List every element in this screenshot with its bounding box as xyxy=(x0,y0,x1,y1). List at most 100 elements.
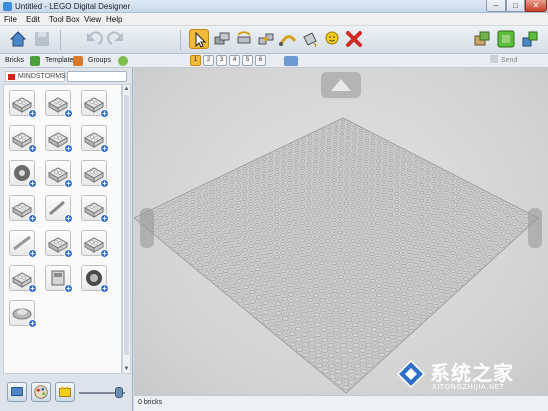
add-brick-icon[interactable]: + xyxy=(100,109,109,118)
gear-icon[interactable]: + xyxy=(9,160,37,188)
scroll-thumb[interactable] xyxy=(124,95,129,355)
camera-icon[interactable] xyxy=(284,56,298,66)
close-button[interactable]: ✕ xyxy=(525,0,547,12)
add-brick-icon[interactable]: + xyxy=(28,214,37,223)
delete-tool-icon[interactable] xyxy=(344,29,364,49)
dish-icon[interactable]: + xyxy=(9,300,37,328)
build-canvas[interactable] xyxy=(134,68,548,395)
add-brick-icon[interactable]: + xyxy=(28,109,37,118)
add-brick-icon[interactable]: + xyxy=(100,284,109,293)
watermark-logo-icon xyxy=(396,359,426,389)
mode-button-6[interactable]: 6 xyxy=(255,55,266,66)
baseplate[interactable] xyxy=(134,68,548,395)
hinge-align-tool-icon[interactable] xyxy=(256,29,276,49)
menu-edit[interactable]: Edit xyxy=(26,14,40,25)
send-label: Send xyxy=(501,57,518,64)
groups-tab-icon xyxy=(118,56,128,66)
brick-1x6-icon[interactable]: + xyxy=(81,90,109,118)
brick-search-input[interactable] xyxy=(67,71,127,82)
building-guide-icon[interactable] xyxy=(520,29,540,49)
maximize-button[interactable]: □ xyxy=(506,0,525,12)
home-icon[interactable] xyxy=(8,29,28,49)
mode-button-2[interactable]: 2 xyxy=(203,55,214,66)
add-brick-icon[interactable]: + xyxy=(100,179,109,188)
flex-tool-icon[interactable] xyxy=(278,29,298,49)
palette-header: MINDSTORMS xyxy=(3,71,128,83)
brick-palette: MINDSTORMS + + + + + + + + + + + + + + + + + + + ▲ ▼ xyxy=(0,68,133,411)
mindstorms-logo[interactable]: MINDSTORMS xyxy=(5,71,66,82)
send-icon xyxy=(490,55,498,63)
add-brick-icon[interactable]: + xyxy=(28,144,37,153)
add-brick-icon[interactable]: + xyxy=(100,144,109,153)
view-mode-icon[interactable] xyxy=(496,29,516,49)
add-brick-icon[interactable]: + xyxy=(64,214,73,223)
menu-view[interactable]: View xyxy=(84,14,101,25)
beam-holes-icon[interactable]: + xyxy=(81,195,109,223)
camera-up-button[interactable] xyxy=(321,72,361,98)
add-brick-icon[interactable]: + xyxy=(64,249,73,258)
zoom-slider-handle[interactable] xyxy=(115,387,123,398)
plate-2x4-icon[interactable]: + xyxy=(45,125,73,153)
add-brick-icon[interactable]: + xyxy=(64,179,73,188)
save-icon[interactable] xyxy=(32,29,52,49)
add-brick-icon[interactable]: + xyxy=(28,284,37,293)
plate-2x2-icon[interactable]: + xyxy=(9,125,37,153)
nxt-brick-icon[interactable]: + xyxy=(45,265,73,293)
templates-tab-icon xyxy=(73,56,83,66)
beam-bent-icon[interactable]: + xyxy=(81,160,109,188)
connector-peg-icon[interactable]: + xyxy=(9,195,37,223)
tire-icon[interactable]: + xyxy=(81,265,109,293)
color-palette-icon[interactable] xyxy=(31,382,51,402)
palette-tab-bar: Bricks Templates Groups 1 2 3 4 5 6 Send xyxy=(0,54,548,68)
scroll-down-icon[interactable]: ▼ xyxy=(123,365,130,373)
plate-round-icon[interactable]: + xyxy=(81,125,109,153)
axle-long-icon[interactable]: + xyxy=(9,230,37,258)
camera-left-button[interactable] xyxy=(140,208,154,248)
watermark-text: 系统之家 xyxy=(430,361,514,385)
select-tool-icon[interactable] xyxy=(189,29,209,49)
minifig-tool-icon[interactable] xyxy=(322,29,342,49)
add-brick-icon[interactable]: + xyxy=(28,319,37,328)
mode-button-3[interactable]: 3 xyxy=(216,55,227,66)
menu-help[interactable]: Help xyxy=(106,14,122,25)
tab-groups[interactable]: Groups xyxy=(88,55,111,67)
palette-scrollbar[interactable]: ▲ ▼ xyxy=(122,84,131,374)
add-brick-icon[interactable]: + xyxy=(64,284,73,293)
build-mode-icon[interactable] xyxy=(472,29,492,49)
add-brick-icon[interactable]: + xyxy=(64,144,73,153)
model-bricks-icon[interactable] xyxy=(55,382,75,402)
send-button[interactable]: Send xyxy=(490,55,546,67)
menu-bar: File Edit Tool Box View Help xyxy=(0,13,548,26)
brick-count: 0 bricks xyxy=(138,399,163,406)
motor-icon[interactable]: + xyxy=(9,265,37,293)
minimize-button[interactable]: – xyxy=(486,0,506,12)
hinge-tool-icon[interactable] xyxy=(234,29,254,49)
main-toolbar xyxy=(0,26,548,54)
scroll-up-icon[interactable]: ▲ xyxy=(123,85,130,93)
undo-icon[interactable] xyxy=(84,29,104,49)
brick-2x4-icon[interactable]: + xyxy=(9,90,37,118)
pin-connector-icon[interactable]: + xyxy=(45,230,73,258)
palette-footer xyxy=(3,381,130,407)
beam-angle-icon[interactable]: + xyxy=(81,230,109,258)
brick-1x4-icon[interactable]: + xyxy=(45,90,73,118)
add-brick-icon[interactable]: + xyxy=(100,249,109,258)
add-brick-icon[interactable]: + xyxy=(64,109,73,118)
paint-tool-icon[interactable] xyxy=(300,29,320,49)
add-brick-icon[interactable]: + xyxy=(100,214,109,223)
axle-joint-icon[interactable]: + xyxy=(45,160,73,188)
view-list-icon[interactable] xyxy=(7,382,27,402)
add-brick-icon[interactable]: + xyxy=(28,179,37,188)
mode-button-1[interactable]: 1 xyxy=(190,55,201,66)
camera-right-button[interactable] xyxy=(528,208,542,248)
app-icon xyxy=(3,2,12,11)
redo-icon[interactable] xyxy=(106,29,126,49)
menu-file[interactable]: File xyxy=(4,14,17,25)
menu-toolbox[interactable]: Tool Box xyxy=(49,14,80,25)
mode-button-4[interactable]: 4 xyxy=(229,55,240,66)
tab-bricks[interactable]: Bricks xyxy=(5,55,24,67)
add-brick-icon[interactable]: + xyxy=(28,249,37,258)
axle-icon[interactable]: + xyxy=(45,195,73,223)
mode-button-5[interactable]: 5 xyxy=(242,55,253,66)
clone-tool-icon[interactable] xyxy=(212,29,232,49)
